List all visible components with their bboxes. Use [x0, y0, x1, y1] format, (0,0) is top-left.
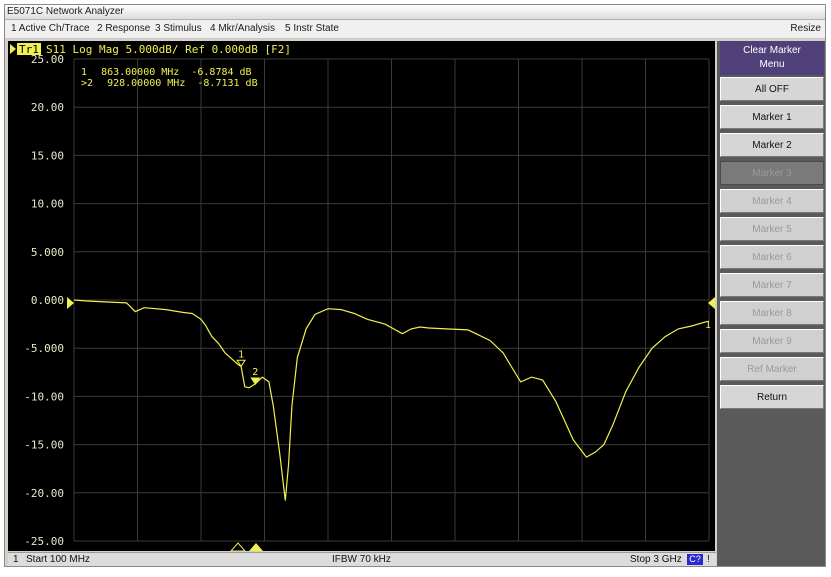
softkey-menu-title: Clear Marker Menu: [720, 41, 824, 75]
trace-number-label: 1: [705, 320, 711, 331]
channel-status-badge: C?: [687, 554, 703, 565]
status-start-freq[interactable]: Start 100 MHz: [26, 553, 90, 566]
marker-2-freq: 928.00000 MHz: [107, 78, 185, 89]
marker-2-readout: >2 928.00000 MHz -8.7131 dB: [81, 78, 258, 89]
measurement-display: 25.00 20.00 15.00 10.00 5.000 0.000 -5.000 -10.…: [8, 41, 715, 551]
y-tick-label: 15.00: [31, 149, 64, 162]
marker-1-prefix: 1: [81, 67, 87, 78]
y-tick-label: -10.00: [24, 390, 64, 403]
status-flag: !: [707, 554, 710, 565]
y-tick-label: -15.00: [24, 439, 64, 452]
marker-2-stimulus-icon[interactable]: [249, 543, 263, 551]
menu-instr-state[interactable]: 5 Instr State: [285, 20, 339, 38]
marker-1-stimulus-icon[interactable]: [230, 542, 246, 551]
menu-mkr-analysis[interactable]: 4 Mkr/Analysis: [210, 20, 275, 38]
y-tick-label: 5.000: [31, 246, 64, 259]
resize-button[interactable]: Resize: [790, 20, 821, 38]
softkey-return[interactable]: Return: [720, 385, 824, 409]
y-tick-label: -5.000: [24, 342, 64, 355]
softkey-marker-6[interactable]: Marker 6: [720, 245, 824, 269]
softkey-marker-9[interactable]: Marker 9: [720, 329, 824, 353]
marker-1-value: -6.8784 dB: [191, 67, 251, 78]
status-ifbw[interactable]: IFBW 70 kHz: [332, 553, 391, 566]
softkey-title-line1: Clear Marker: [743, 45, 801, 56]
trace-header: Tr1 S11 Log Mag 5.000dB/ Ref 0.000dB [F2…: [10, 43, 291, 56]
softkey-marker-4[interactable]: Marker 4: [720, 189, 824, 213]
y-tick-label: 0.000: [31, 294, 64, 307]
y-axis-labels: 25.0020.0015.0010.005.0000.000-5.000-10.…: [24, 53, 64, 548]
network-analyzer-window: E5071C Network Analyzer 1 Active Ch/Trac…: [4, 4, 826, 567]
marker-2-label: 2: [252, 367, 258, 378]
softkey-all-off[interactable]: All OFF: [720, 77, 824, 101]
y-tick-label: 10.00: [31, 198, 64, 211]
softkey-marker-7[interactable]: Marker 7: [720, 273, 824, 297]
marker-1-readout: 1 863.00000 MHz -6.8784 dB: [81, 67, 252, 78]
softkey-panel: Clear Marker Menu All OFF Marker 1 Marke…: [717, 41, 825, 566]
plot-grid: [73, 58, 710, 542]
active-trace-arrow-icon: [10, 44, 16, 54]
status-channel: 1: [13, 554, 19, 565]
menu-active-ch-trace[interactable]: 1 Active Ch/Trace: [11, 20, 90, 38]
softkey-marker-5[interactable]: Marker 5: [720, 217, 824, 241]
status-bar: 1 Start 100 MHz IFBW 70 kHz Stop 3 GHz C…: [8, 552, 716, 566]
marker-readout: 1 863.00000 MHz -6.8784 dB >2 928.00000 …: [81, 67, 258, 89]
trace-header-text: S11 Log Mag 5.000dB/ Ref 0.000dB [F2]: [46, 43, 291, 56]
y-tick-label: 20.00: [31, 101, 64, 114]
softkey-marker-8[interactable]: Marker 8: [720, 301, 824, 325]
menu-stimulus[interactable]: 3 Stimulus: [155, 20, 202, 38]
reference-level-left-icon[interactable]: [67, 297, 74, 309]
menu-bar: 1 Active Ch/Trace 2 Response 3 Stimulus …: [5, 20, 825, 39]
status-stop-freq[interactable]: Stop 3 GHz: [630, 553, 682, 566]
y-tick-label: -25.00: [24, 535, 64, 548]
softkey-title-line2: Menu: [759, 59, 785, 70]
trace-plot: 25.0020.0015.0010.005.0000.000-5.000-10.…: [10, 43, 715, 551]
y-tick-label: -20.00: [24, 487, 64, 500]
marker-2-value: -8.7131 dB: [197, 78, 257, 89]
softkey-marker-2[interactable]: Marker 2: [720, 133, 824, 157]
marker-1-label: 1: [238, 349, 244, 360]
menu-response[interactable]: 2 Response: [97, 20, 150, 38]
softkey-marker-3[interactable]: Marker 3: [720, 161, 824, 185]
window-title: E5071C Network Analyzer: [7, 6, 124, 17]
window-title-bar: E5071C Network Analyzer: [5, 5, 825, 20]
marker-1-freq: 863.00000 MHz: [101, 67, 179, 78]
trace-tag[interactable]: Tr1: [19, 43, 39, 56]
marker-1-icon[interactable]: [236, 359, 247, 368]
softkey-marker-1[interactable]: Marker 1: [720, 105, 824, 129]
marker-2-prefix: >2: [81, 78, 93, 89]
softkey-ref-marker[interactable]: Ref Marker: [720, 357, 824, 381]
